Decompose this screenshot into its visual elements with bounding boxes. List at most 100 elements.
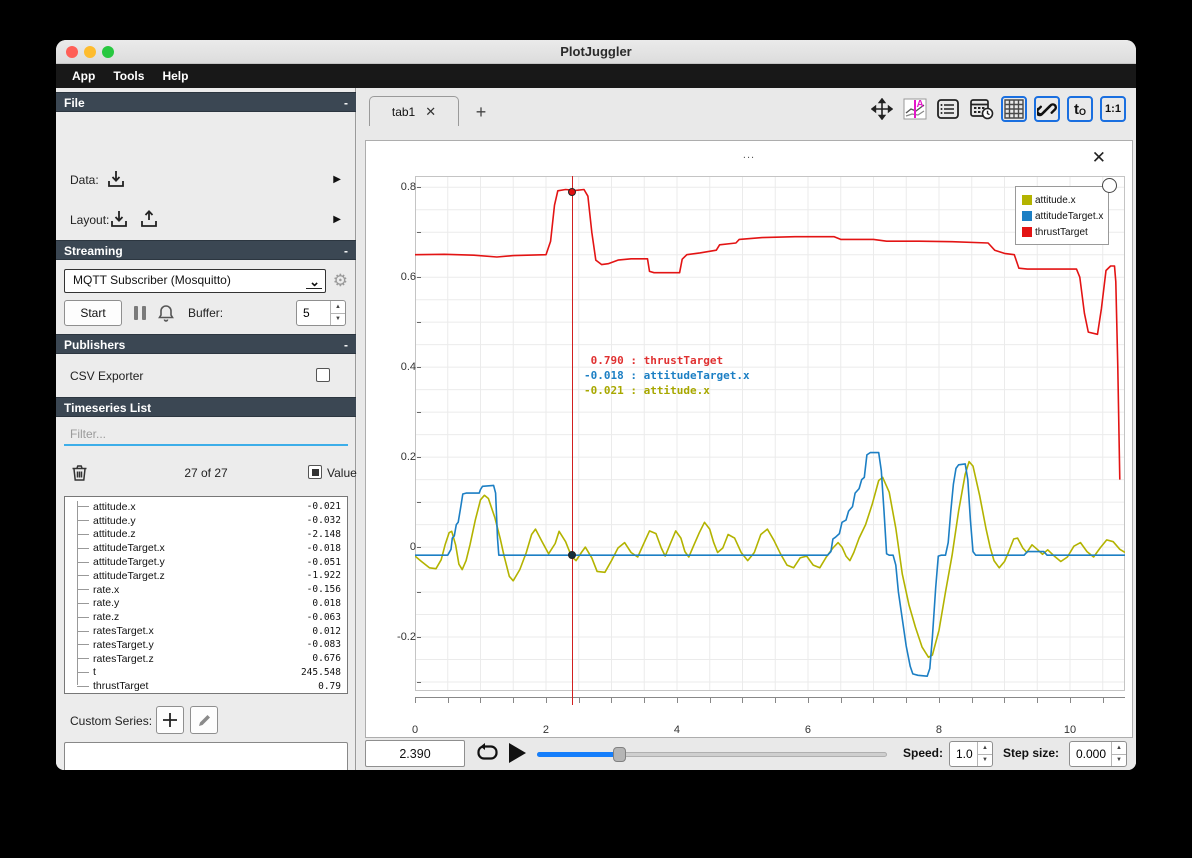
- step-size-spinbox[interactable]: 0.000 ▲ ▼: [1069, 741, 1127, 767]
- ratio-icon[interactable]: 1:1: [1100, 96, 1126, 122]
- timeseries-row[interactable]: ratesTarget.x 0.012: [65, 624, 347, 638]
- series-name: rate.x: [93, 583, 120, 596]
- menu-item-app[interactable]: App: [64, 66, 103, 86]
- spin-up-icon[interactable]: ▲: [978, 742, 992, 755]
- speed-label: Speed:: [903, 746, 944, 760]
- collapse-icon[interactable]: -: [344, 241, 348, 261]
- legend-label: thrustTarget: [1035, 226, 1088, 238]
- x-axis: 0 2 4 6 8 10: [412, 697, 1125, 736]
- custom-series-list[interactable]: [64, 742, 348, 770]
- gear-icon[interactable]: ⚙: [333, 271, 348, 291]
- tab-tab1[interactable]: tab1 ✕: [369, 96, 459, 126]
- legend-color-swatch: [1022, 227, 1032, 237]
- spin-down-icon[interactable]: ▼: [1112, 755, 1126, 767]
- series-value: 0.018: [312, 597, 341, 609]
- play-button[interactable]: [509, 743, 526, 763]
- speed-spinbox[interactable]: 1.0 ▲ ▼: [949, 741, 993, 767]
- buffer-spinbox[interactable]: 5 ▲ ▼: [296, 300, 346, 326]
- edit-custom-series-button[interactable]: [190, 706, 218, 734]
- splitter-handle[interactable]: ...: [366, 149, 1132, 161]
- series-name: attitudeTarget.z: [93, 569, 165, 582]
- collapse-icon[interactable]: -: [344, 93, 348, 113]
- start-button[interactable]: Start: [64, 300, 122, 326]
- plot-close-icon[interactable]: ✕: [1092, 149, 1106, 166]
- spin-up-icon[interactable]: ▲: [331, 301, 345, 314]
- slider-handle[interactable]: [613, 747, 627, 762]
- time-offset-icon[interactable]: tO: [1067, 96, 1093, 122]
- spin-up-icon[interactable]: ▲: [1112, 742, 1126, 755]
- legend-anchor-icon[interactable]: [1102, 178, 1117, 193]
- load-layout-icon[interactable]: [108, 208, 130, 230]
- legend-item[interactable]: attitude.x: [1022, 192, 1102, 208]
- tab-close-icon[interactable]: ✕: [425, 104, 436, 120]
- x-tick-label: 8: [935, 724, 943, 736]
- legend[interactable]: attitude.x attitudeTarget.x thrustTarget: [1015, 178, 1117, 245]
- plot-widget[interactable]: ... ✕ 0.8 0.6 0.4 0.2 0 -0.2 0 2 4 6 8 10 attitude…: [365, 140, 1133, 738]
- series-name: attitudeTarget.x: [93, 542, 165, 555]
- series-value: 0.79: [318, 680, 341, 692]
- section-header-publishers[interactable]: Publishers -: [56, 334, 356, 354]
- timeseries-row[interactable]: rate.x -0.156: [65, 583, 347, 597]
- timeseries-row[interactable]: attitudeTarget.x -0.018: [65, 541, 347, 555]
- layout-menu-arrow[interactable]: ▶: [333, 214, 341, 225]
- legend-item[interactable]: thrustTarget: [1022, 224, 1102, 240]
- grid-layout-icon[interactable]: [1001, 96, 1027, 122]
- menu-item-tools[interactable]: Tools: [105, 66, 152, 86]
- section-header-streaming[interactable]: Streaming -: [56, 240, 356, 260]
- data-menu-arrow[interactable]: ▶: [333, 174, 341, 185]
- add-custom-series-button[interactable]: [156, 706, 184, 734]
- tab-bar: tab1 ✕ + A t O 1:1: [357, 94, 1136, 126]
- filter-input[interactable]: [64, 424, 348, 446]
- timeseries-row[interactable]: rate.z -0.063: [65, 610, 347, 624]
- streaming-source-select[interactable]: MQTT Subscriber (Mosquitto) ⌄: [64, 269, 326, 293]
- pause-icon[interactable]: [134, 306, 146, 320]
- spin-down-icon[interactable]: ▼: [331, 314, 345, 326]
- timeseries-row[interactable]: rate.y 0.018: [65, 597, 347, 611]
- collapse-icon[interactable]: -: [344, 335, 348, 355]
- series-name: attitude.y: [93, 514, 136, 527]
- save-layout-icon[interactable]: [138, 208, 160, 230]
- series-value: 0.676: [312, 653, 341, 665]
- timeseries-row[interactable]: attitude.z -2.148: [65, 528, 347, 542]
- timeseries-row[interactable]: attitudeTarget.z -1.922: [65, 569, 347, 583]
- spin-down-icon[interactable]: ▼: [978, 755, 992, 767]
- timeseries-list: attitude.x -0.021 attitude.y -0.032 attitude…: [64, 496, 348, 694]
- load-data-icon[interactable]: [105, 168, 127, 190]
- x-tick-label: 6: [804, 724, 812, 736]
- timeseries-row[interactable]: attitudeTarget.y -0.051: [65, 555, 347, 569]
- x-tick-label: 10: [1063, 724, 1077, 736]
- pan-zoom-icon[interactable]: [869, 96, 895, 122]
- transport-bar: 2.390 Speed: 1.0 ▲ ▼ Step size: 0.000 ▲ ▼: [357, 740, 1136, 770]
- link-axes-icon[interactable]: [1034, 96, 1060, 122]
- bell-icon[interactable]: [156, 303, 176, 323]
- timeseries-row[interactable]: attitude.y -0.032: [65, 514, 347, 528]
- data-label: Data:: [70, 173, 99, 187]
- datetime-icon[interactable]: [968, 96, 994, 122]
- legend-color-swatch: [1022, 211, 1032, 221]
- csv-exporter-checkbox[interactable]: [316, 368, 330, 382]
- values-checkbox[interactable]: [308, 465, 322, 479]
- timeseries-row[interactable]: thrustTarget 0.79: [65, 679, 347, 693]
- legend-label: attitude.x: [1035, 194, 1076, 206]
- series-line-attitude.x: [415, 460, 1125, 659]
- series-name: rate.y: [93, 597, 120, 610]
- time-slider[interactable]: [537, 747, 887, 762]
- timeseries-row[interactable]: ratesTarget.z 0.676: [65, 652, 347, 666]
- legend-item[interactable]: attitudeTarget.x: [1022, 208, 1103, 224]
- add-tab-button[interactable]: +: [469, 100, 493, 124]
- font-size-plot-icon[interactable]: A: [902, 96, 928, 122]
- readout-line: -0.021 : attitude.x: [584, 384, 710, 397]
- section-header-file[interactable]: File -: [56, 92, 356, 112]
- title-bar: PlotJuggler: [56, 40, 1136, 64]
- loop-icon[interactable]: [475, 742, 500, 765]
- series-name: rate.z: [93, 611, 120, 624]
- plot-canvas[interactable]: [415, 176, 1125, 691]
- list-view-icon[interactable]: [935, 96, 961, 122]
- timeseries-row[interactable]: t 245.548: [65, 666, 347, 680]
- section-header-timeseries[interactable]: Timeseries List: [56, 397, 356, 417]
- series-value: -2.148: [306, 528, 341, 540]
- menu-item-help[interactable]: Help: [154, 66, 196, 86]
- current-time-display[interactable]: 2.390: [365, 740, 465, 767]
- timeseries-row[interactable]: ratesTarget.y -0.083: [65, 638, 347, 652]
- timeseries-row[interactable]: attitude.x -0.021: [65, 500, 347, 514]
